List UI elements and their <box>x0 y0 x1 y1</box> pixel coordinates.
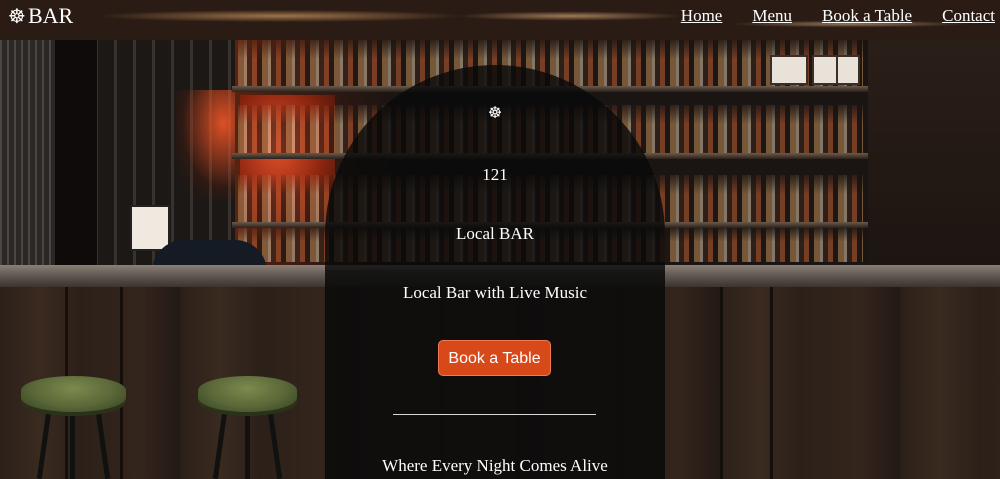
nav-link-menu[interactable]: Menu <box>752 6 792 26</box>
divider <box>393 414 596 415</box>
bar-stool <box>21 376 126 412</box>
hero-tagline: Where Every Night Comes Alive <box>382 456 608 475</box>
stool-leg <box>245 410 250 479</box>
brand-text: BAR <box>27 3 74 28</box>
framed-picture <box>836 55 860 85</box>
wall-sign <box>130 205 170 251</box>
panel-line <box>720 287 723 479</box>
brand-logo[interactable]: ☸ BAR <box>8 3 73 29</box>
ship-wheel-icon: ☸ <box>487 105 503 122</box>
hero-subtitle: Local Bar with Live Music <box>402 283 588 302</box>
panel-line <box>770 287 773 479</box>
navbar: ☸ BAR Home Menu Book a Table Contact <box>0 0 1000 32</box>
right-panel <box>868 40 1000 265</box>
left-wall <box>0 40 55 268</box>
pillar-left <box>55 40 97 268</box>
bar-stool <box>198 376 297 412</box>
stool-leg <box>70 410 75 479</box>
hero-title: Local BAR <box>456 224 534 243</box>
hero-number: 121 <box>482 165 508 184</box>
nav-link-home[interactable]: Home <box>681 6 723 26</box>
framed-picture <box>812 55 838 85</box>
page: ☸ BAR Home Menu Book a Table Contact ☸ 1… <box>0 0 1000 479</box>
nav-link-book-a-table[interactable]: Book a Table <box>822 6 912 26</box>
hero-section: ☸ 121 Local BAR Local Bar with Live Musi… <box>325 0 665 479</box>
framed-picture <box>770 55 808 85</box>
nav-link-contact[interactable]: Contact <box>942 6 995 26</box>
book-a-table-button[interactable]: Book a Table <box>438 340 551 376</box>
nav-links: Home Menu Book a Table Contact <box>651 6 995 26</box>
ship-wheel-icon: ☸ <box>8 5 26 28</box>
